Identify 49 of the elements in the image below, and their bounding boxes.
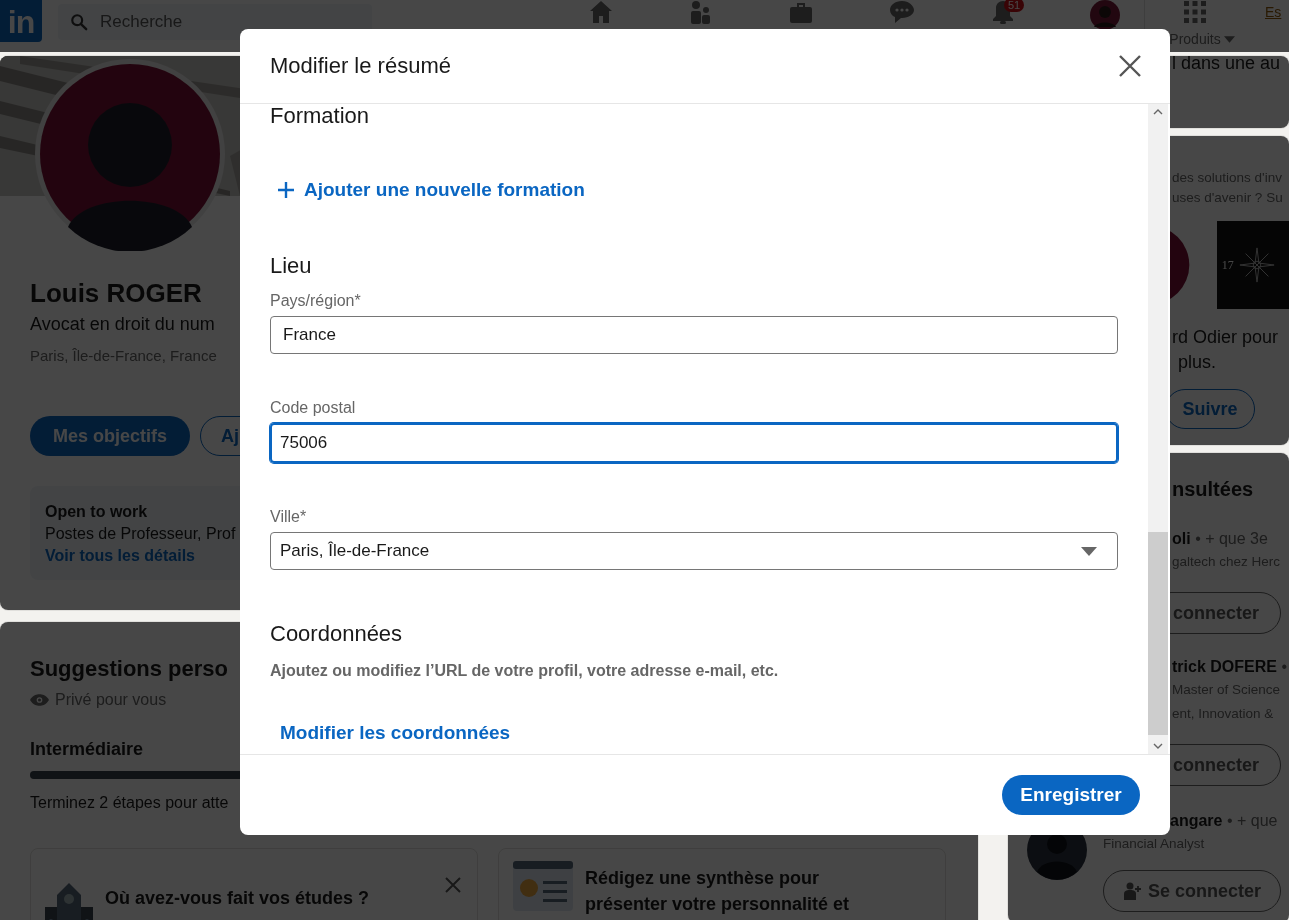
- chat-icon[interactable]: [888, 0, 916, 24]
- save-button[interactable]: Enregistrer: [1002, 775, 1140, 815]
- scroll-down-icon[interactable]: [1153, 743, 1163, 749]
- search-icon: [70, 13, 88, 31]
- profile-name: Louis ROGER: [30, 278, 202, 308]
- profile-document-icon: [513, 861, 573, 911]
- scroll-up-icon[interactable]: [1153, 109, 1163, 115]
- field-label: Pays/région*: [270, 291, 362, 311]
- scrollbar[interactable]: [1148, 104, 1168, 754]
- field-label: Code postal: [270, 398, 357, 418]
- briefcase-icon[interactable]: [788, 0, 814, 24]
- section-description: Ajoutez ou modifiez l’URL de votre profil, votre adresse e-mail, etc.: [270, 661, 780, 681]
- suggestion-text: Où avez-vous fait vos études ?: [105, 887, 370, 910]
- open-to-work-title: Open to work: [45, 502, 148, 522]
- caret-icon: [1081, 546, 1097, 556]
- input-field[interactable]: 75006: [270, 423, 1118, 463]
- suggestions-title: Suggestions perso: [30, 655, 229, 683]
- edit-contact-link[interactable]: Modifier les coordonnées: [270, 721, 511, 745]
- logo[interactable]: in: [0, 0, 42, 42]
- dropdown-field[interactable]: Paris, Île-de-France: [270, 532, 1118, 570]
- input-field[interactable]: France: [270, 316, 1118, 354]
- progress-hint: Terminez 2 étapes pour atte: [30, 793, 229, 813]
- person-name[interactable]: trick DOFERE •: [1172, 656, 1287, 678]
- close-icon[interactable]: [1118, 54, 1142, 78]
- suggestion-text: présenter votre personnalité et: [585, 893, 850, 916]
- section-heading: Coordonnées: [270, 622, 404, 646]
- grid-icon[interactable]: [1183, 0, 1207, 24]
- profile-headline: Avocat en droit du num: [30, 313, 215, 336]
- field-label: Ville*: [270, 507, 308, 527]
- premium-link[interactable]: Es: [1265, 4, 1282, 20]
- open-to-work-roles: Postes de Professeur, Prof: [45, 524, 236, 544]
- promo-caption: rd Odier pour: [1172, 326, 1279, 349]
- notification-badge: 51: [1004, 0, 1025, 12]
- add-person-icon: [1124, 882, 1142, 900]
- home-icon[interactable]: [588, 0, 614, 24]
- add-education-link[interactable]: Ajouter une nouvelle formation: [270, 178, 585, 202]
- level-label: Intermédiaire: [30, 738, 144, 761]
- promo-caption: plus.: [1177, 351, 1217, 374]
- goals-button[interactable]: Mes objectifs: [30, 416, 190, 456]
- suggestion-text: Rédigez une synthèse pour: [585, 867, 821, 890]
- section-heading: Lieu: [270, 254, 313, 278]
- section-title: nsultées: [1172, 477, 1254, 502]
- plus-icon: [278, 182, 294, 198]
- section-heading: Formation: [270, 104, 371, 128]
- company-logo: 17: [1216, 221, 1289, 309]
- caret-icon[interactable]: [1223, 35, 1235, 43]
- dialog-title: Modifier le résumé: [270, 53, 451, 79]
- avatar-icon[interactable]: [1090, 0, 1120, 30]
- eye-icon: [30, 694, 49, 706]
